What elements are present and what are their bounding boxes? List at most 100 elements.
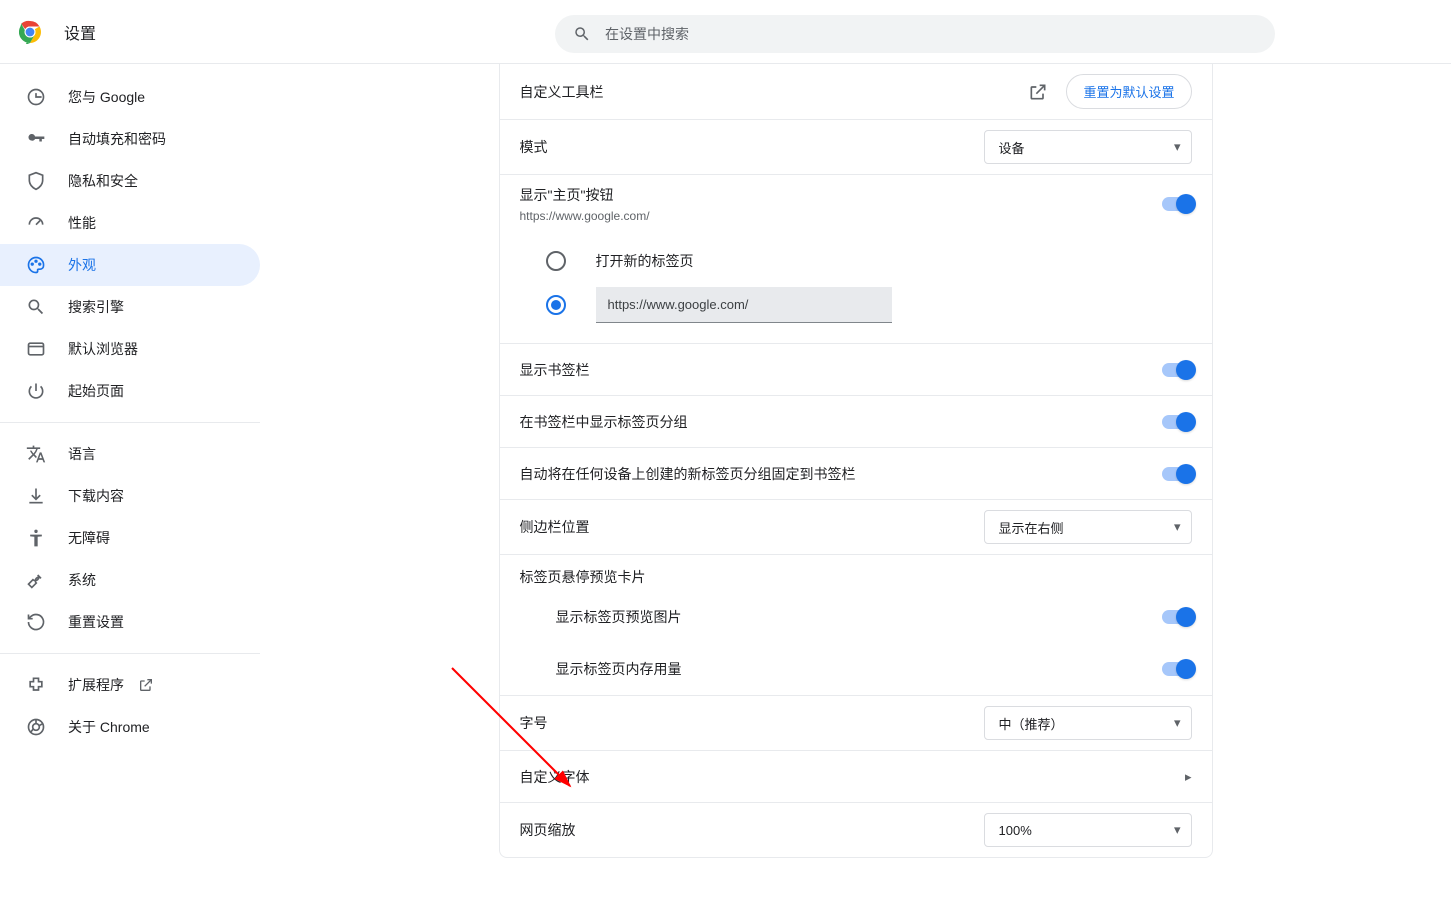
- search-input[interactable]: [605, 26, 1257, 42]
- row-customize-toolbar[interactable]: 自定义工具栏 重置为默认设置: [500, 64, 1212, 119]
- sidebar-item-label: 搜索引擎: [68, 297, 124, 317]
- sidebar-item-downloads[interactable]: 下载内容: [0, 475, 260, 517]
- google-icon: [26, 87, 46, 107]
- sidebar-item-label: 性能: [68, 213, 96, 233]
- page-zoom-select[interactable]: 100% ▾: [984, 813, 1192, 847]
- home-url-input[interactable]: [596, 287, 892, 323]
- label: 显示标签页预览图片: [556, 607, 1162, 627]
- label: 自定义工具栏: [520, 82, 1029, 102]
- home-radio-group: 打开新的标签页: [500, 233, 1212, 343]
- chevron-down-icon: ▾: [1174, 715, 1181, 731]
- pin-groups-toggle[interactable]: [1162, 467, 1192, 481]
- chevron-down-icon: ▾: [1174, 822, 1181, 838]
- label: 字号: [520, 713, 984, 733]
- chevron-down-icon: ▾: [1174, 139, 1181, 155]
- accessibility-icon: [26, 528, 46, 548]
- row-tab-groups-bookmark: 在书签栏中显示标签页分组: [500, 395, 1212, 447]
- radio-icon: [546, 295, 566, 315]
- row-bookmarks-bar: 显示书签栏: [500, 343, 1212, 395]
- wrench-icon: [26, 570, 46, 590]
- sidebar-item-label: 扩展程序: [68, 675, 124, 695]
- row-side-panel: 侧边栏位置 显示在右侧 ▾: [500, 499, 1212, 554]
- sidebar-item-autofill[interactable]: 自动填充和密码: [0, 118, 260, 160]
- tab-groups-toggle[interactable]: [1162, 415, 1192, 429]
- sidebar-item-label: 起始页面: [68, 381, 124, 401]
- reset-default-button[interactable]: 重置为默认设置: [1066, 74, 1191, 109]
- select-value: 显示在右侧: [999, 518, 1064, 537]
- row-hover-images: 显示标签页预览图片: [500, 591, 1212, 643]
- power-icon: [26, 381, 46, 401]
- sidebar-item-accessibility[interactable]: 无障碍: [0, 517, 260, 559]
- sidebar-divider: [0, 653, 260, 654]
- sidebar-item-search-engine[interactable]: 搜索引擎: [0, 286, 260, 328]
- sidebar-item-label: 外观: [68, 255, 96, 275]
- app-header: 设置: [0, 0, 1451, 64]
- page-title: 设置: [64, 20, 96, 44]
- sidebar-item-label: 自动填充和密码: [68, 129, 166, 149]
- sidebar-item-about[interactable]: 关于 Chrome: [0, 706, 260, 748]
- sidebar-item-label: 下载内容: [68, 486, 124, 506]
- chevron-down-icon: ▾: [1174, 519, 1181, 535]
- sidebar-item-privacy[interactable]: 隐私和安全: [0, 160, 260, 202]
- sidebar-item-label: 语言: [68, 444, 96, 464]
- select-value: 100%: [999, 823, 1032, 838]
- sidebar-item-performance[interactable]: 性能: [0, 202, 260, 244]
- sidebar-item-you-and-google[interactable]: 您与 Google: [0, 76, 260, 118]
- extension-icon: [26, 675, 46, 695]
- sidebar-item-label: 您与 Google: [68, 87, 145, 107]
- translate-icon: [26, 444, 46, 464]
- row-mode: 模式 设备 ▾: [500, 119, 1212, 174]
- speed-icon: [26, 213, 46, 233]
- sidebar-item-system[interactable]: 系统: [0, 559, 260, 601]
- label: 模式: [520, 137, 984, 157]
- radio-icon: [546, 251, 566, 271]
- sidebar-item-startup[interactable]: 起始页面: [0, 370, 260, 412]
- sidebar-item-reset[interactable]: 重置设置: [0, 601, 260, 643]
- palette-icon: [26, 255, 46, 275]
- row-hover-memory: 显示标签页内存用量: [500, 643, 1212, 695]
- radio-label: 打开新的标签页: [596, 251, 694, 271]
- search-icon: [26, 297, 46, 317]
- window-icon: [26, 339, 46, 359]
- row-page-zoom: 网页缩放 100% ▾: [500, 802, 1212, 857]
- chevron-right-icon: ▸: [1185, 769, 1192, 785]
- hover-cards-section-label: 标签页悬停预览卡片: [500, 554, 1212, 591]
- sidebar-item-label: 隐私和安全: [68, 171, 138, 191]
- row-font-size: 字号 中（推荐） ▾: [500, 695, 1212, 750]
- hover-images-toggle[interactable]: [1162, 610, 1192, 624]
- chrome-icon: [26, 717, 46, 737]
- label: 显示书签栏: [520, 360, 1162, 380]
- main-content: 自定义工具栏 重置为默认设置 模式 设备 ▾: [260, 64, 1451, 910]
- label: 自动将在任何设备上创建的新标签页分组固定到书签栏: [520, 464, 1162, 484]
- home-button-toggle[interactable]: [1162, 197, 1192, 211]
- sidebar-divider: [0, 422, 260, 423]
- hover-memory-toggle[interactable]: [1162, 662, 1192, 676]
- search-wrap: [555, 15, 1275, 53]
- open-external-icon[interactable]: [1028, 82, 1048, 102]
- label: 自定义字体: [520, 767, 1185, 787]
- radio-option-newtab[interactable]: 打开新的标签页: [546, 239, 1192, 283]
- font-size-select[interactable]: 中（推荐） ▾: [984, 706, 1192, 740]
- sidebar-item-label: 关于 Chrome: [68, 717, 150, 737]
- shield-icon: [26, 171, 46, 191]
- sidebar-item-label: 无障碍: [68, 528, 110, 548]
- search-icon: [573, 25, 591, 43]
- select-value: 设备: [999, 138, 1025, 157]
- restore-icon: [26, 612, 46, 632]
- side-panel-select[interactable]: 显示在右侧 ▾: [984, 510, 1192, 544]
- search-settings[interactable]: [555, 15, 1275, 53]
- mode-select[interactable]: 设备 ▾: [984, 130, 1192, 164]
- sidebar-item-languages[interactable]: 语言: [0, 433, 260, 475]
- sidebar-item-label: 默认浏览器: [68, 339, 138, 359]
- row-custom-fonts[interactable]: 自定义字体 ▸: [500, 750, 1212, 802]
- bookmarks-bar-toggle[interactable]: [1162, 363, 1192, 377]
- select-value: 中（推荐）: [999, 714, 1064, 733]
- sidebar-item-default-browser[interactable]: 默认浏览器: [0, 328, 260, 370]
- sidebar-item-appearance[interactable]: 外观: [0, 244, 260, 286]
- label: 显示"主页"按钮: [520, 185, 1162, 205]
- row-pin-tab-groups: 自动将在任何设备上创建的新标签页分组固定到书签栏: [500, 447, 1212, 499]
- label: 在书签栏中显示标签页分组: [520, 412, 1162, 432]
- sidebar-item-extensions[interactable]: 扩展程序: [0, 664, 260, 706]
- radio-option-custom-url[interactable]: [546, 283, 1192, 327]
- label: 侧边栏位置: [520, 517, 984, 537]
